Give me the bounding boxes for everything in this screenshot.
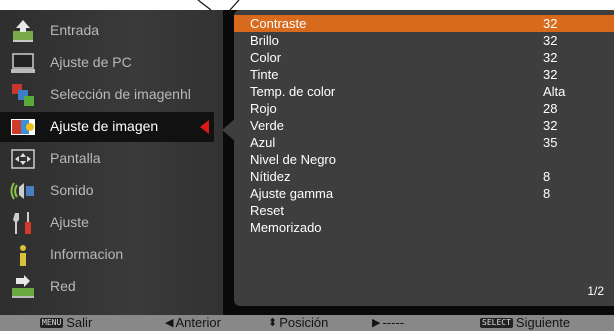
- menu-item-label: Ajuste: [50, 214, 89, 230]
- pc-icon: [11, 53, 35, 73]
- setting-name: Color: [250, 50, 282, 65]
- screen-icon: [11, 149, 35, 169]
- menu-item-ajuste-pc[interactable]: Ajuste de PC: [0, 47, 223, 79]
- setting-name: Rojo: [250, 101, 277, 116]
- setting-name: Memorizado: [250, 220, 322, 235]
- image-select-icon: [12, 84, 34, 106]
- menu-item-label: Ajuste de PC: [50, 54, 132, 70]
- hint-next-blank: ▶ -----: [372, 315, 404, 330]
- setting-row-nitidez[interactable]: Nítidez 8: [234, 168, 614, 185]
- up-down-arrow-icon: ⬍: [268, 317, 278, 329]
- setting-value: Alta: [543, 84, 566, 99]
- menu-item-red[interactable]: Red: [0, 271, 223, 303]
- setting-row-ajuste-gamma[interactable]: Ajuste gamma 8: [234, 185, 614, 202]
- menu-item-ajuste-imagen[interactable]: Ajuste de imagen: [0, 111, 223, 143]
- menu-item-label: Selección de imagenhl: [50, 86, 191, 102]
- hint-position: ⬍ Posición: [268, 315, 328, 330]
- menu-item-informacion[interactable]: Informacion: [0, 239, 223, 271]
- key-hint-bar: MENU Salir ◀ Anterior ⬍ Posición ▶ -----…: [0, 315, 614, 331]
- setting-row-rojo[interactable]: Rojo 28: [234, 100, 614, 117]
- setting-value: 32: [543, 33, 558, 48]
- menu-item-label: Ajuste de imagen: [50, 118, 159, 134]
- menu-item-label: Pantalla: [50, 150, 101, 166]
- hint-previous-label: Anterior: [175, 315, 221, 330]
- osd-screen: Entrada Ajuste de PC Selección de imagen…: [0, 10, 614, 315]
- main-menu: Entrada Ajuste de PC Selección de imagen…: [0, 10, 223, 315]
- setting-value: 8: [543, 169, 551, 184]
- setting-value: 32: [543, 67, 558, 82]
- hint-previous: ◀ Anterior: [165, 315, 221, 330]
- setting-name: Reset: [250, 203, 284, 218]
- setting-name: Contraste: [250, 16, 307, 31]
- setting-name: Nítidez: [250, 169, 291, 184]
- speaker-icon: [10, 182, 34, 200]
- setting-name: Verde: [250, 118, 284, 133]
- setting-row-temp-color[interactable]: Temp. de color Alta: [234, 83, 614, 100]
- right-arrow-icon: ▶: [372, 317, 381, 329]
- menu-key-icon: MENU: [40, 317, 64, 328]
- tools-icon: [13, 212, 31, 234]
- menu-item-label: Entrada: [50, 22, 100, 38]
- setting-value: 8: [543, 186, 551, 201]
- menu-item-label: Informacion: [50, 246, 124, 262]
- setting-value: 35: [543, 135, 558, 150]
- hint-select: SELECT Siguiente: [480, 315, 570, 330]
- setting-row-memorizado[interactable]: Memorizado: [234, 219, 614, 236]
- info-icon: [20, 245, 26, 266]
- setting-name: Tinte: [250, 67, 279, 82]
- setting-name: Brillo: [250, 33, 279, 48]
- setting-value: 32: [543, 50, 558, 65]
- active-marker-icon: [200, 120, 209, 134]
- menu-item-seleccion-imagen[interactable]: Selección de imagenhl: [0, 79, 223, 111]
- setting-row-brillo[interactable]: Brillo 32: [234, 32, 614, 49]
- setting-name: Nivel de Negro: [250, 152, 336, 167]
- setting-name: Temp. de color: [250, 84, 336, 99]
- setting-row-reset[interactable]: Reset: [234, 202, 614, 219]
- setting-value: 32: [543, 118, 558, 133]
- page-indicator: 1/2: [587, 284, 604, 298]
- setting-name: Azul: [250, 135, 276, 150]
- hint-exit: MENU Salir: [40, 315, 92, 330]
- select-key-icon: SELECT: [480, 317, 513, 328]
- left-arrow-icon: ◀: [165, 317, 174, 329]
- menu-item-ajuste[interactable]: Ajuste: [0, 207, 223, 239]
- setting-row-verde[interactable]: Verde 32: [234, 117, 614, 134]
- image-adjust-submenu: Contraste 32 Brillo 32 Color 32 Tinte 32…: [234, 10, 614, 306]
- setting-row-color[interactable]: Color 32: [234, 49, 614, 66]
- menu-item-label: Sonido: [50, 182, 94, 198]
- menu-item-entrada[interactable]: Entrada: [0, 15, 223, 47]
- network-icon: [12, 275, 34, 298]
- top-decoration: [197, 0, 240, 10]
- setting-row-azul[interactable]: Azul 35: [234, 134, 614, 151]
- hint-select-label: Siguiente: [515, 315, 571, 330]
- setting-row-nivel-negro[interactable]: Nivel de Negro: [234, 151, 614, 168]
- setting-row-contraste[interactable]: Contraste 32: [234, 15, 614, 32]
- setting-name: Ajuste gamma: [250, 186, 334, 201]
- hint-exit-label: Salir: [66, 315, 93, 330]
- menu-item-label: Red: [50, 278, 76, 294]
- menu-item-sonido[interactable]: Sonido: [0, 175, 223, 207]
- menu-item-pantalla[interactable]: Pantalla: [0, 143, 223, 175]
- setting-row-tinte[interactable]: Tinte 32: [234, 66, 614, 83]
- setting-value: 28: [543, 101, 558, 116]
- hint-position-label: Posición: [279, 315, 329, 330]
- input-icon: [13, 20, 33, 42]
- image-adjust-icon: [11, 119, 35, 135]
- hint-next-blank-label: -----: [382, 315, 405, 330]
- setting-value: 32: [543, 16, 558, 31]
